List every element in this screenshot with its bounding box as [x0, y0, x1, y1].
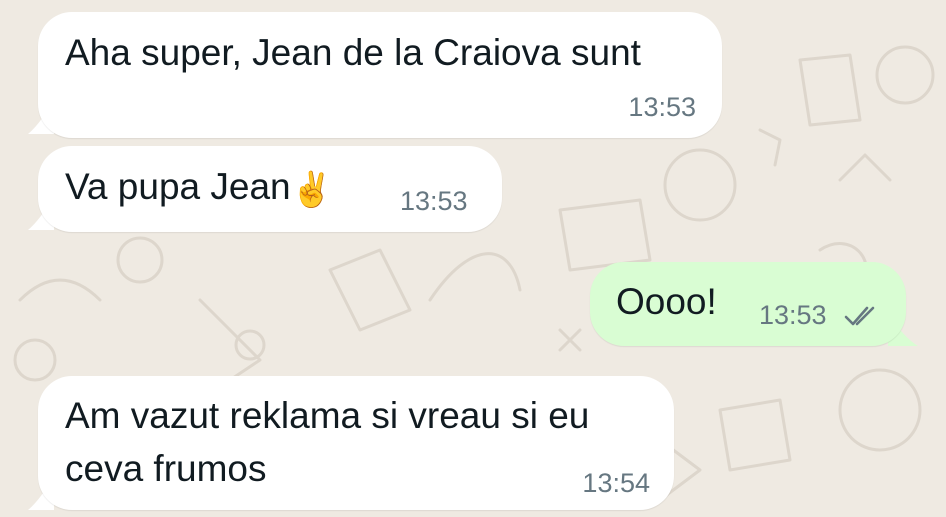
- message-bubble-outgoing[interactable]: Oooo! 13:53: [590, 262, 906, 346]
- message-text-line-2: ceva frumos: [65, 448, 267, 489]
- double-check-icon: [844, 306, 875, 326]
- message-bubble-incoming[interactable]: Va pupa Jean✌️ 13:53: [38, 146, 502, 232]
- message-timestamp: 13:53: [400, 186, 468, 216]
- victory-hand-emoji-icon: ✌️: [290, 171, 333, 209]
- message-text: Oooo!: [616, 281, 717, 322]
- message-text-content: Va pupa Jean: [65, 166, 291, 207]
- message-text: Va pupa Jean✌️: [65, 164, 333, 213]
- message-bubble-incoming[interactable]: Am vazut reklama si vreau si eu ceva fru…: [38, 376, 674, 510]
- message-bubble-incoming[interactable]: Aha super, Jean de la Craiova sunt 13:53: [38, 12, 722, 138]
- message-text-line-1: Am vazut reklama si vreau si eu: [65, 395, 590, 436]
- message-timestamp: 13:53: [628, 92, 696, 122]
- message-text: Aha super, Jean de la Craiova sunt: [65, 32, 641, 73]
- message-timestamp: 13:53: [759, 300, 827, 330]
- message-timestamp: 13:54: [582, 468, 650, 498]
